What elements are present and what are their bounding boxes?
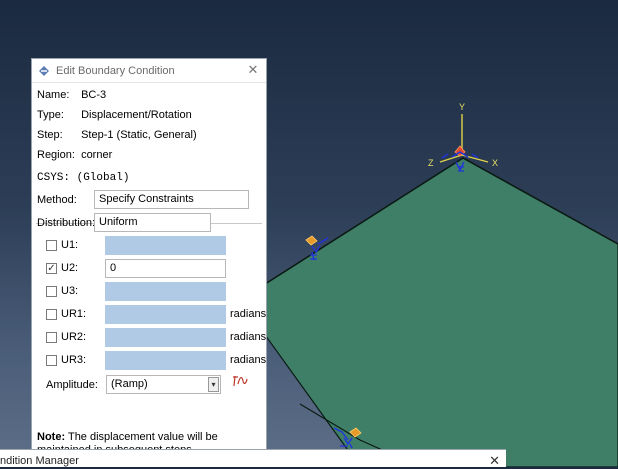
- edit-boundary-condition-dialog: Edit Boundary Condition ✕ Name: BC-3 Typ…: [31, 58, 267, 467]
- chevron-down-icon[interactable]: ▾: [208, 377, 219, 392]
- step-value: Step-1 (Static, General): [81, 129, 197, 141]
- ur2-unit: radians: [230, 331, 267, 343]
- condition-manager-window[interactable]: ndition Manager ✕: [0, 449, 506, 468]
- u1-label: U1:: [61, 239, 79, 251]
- amplitude-curve-icon[interactable]: [232, 374, 248, 388]
- region-row: Region: corner: [37, 149, 112, 161]
- u2-label: U2:: [61, 262, 79, 274]
- axis-x-label: X: [492, 158, 498, 168]
- ur1-unit: radians: [230, 308, 267, 320]
- step-row: Step: Step-1 (Static, General): [37, 129, 197, 141]
- dialog-title-bar[interactable]: Edit Boundary Condition: [32, 59, 266, 83]
- ur2-field[interactable]: [105, 328, 226, 347]
- ur3-label: UR3:: [61, 354, 87, 366]
- ur3-unit: radians: [230, 354, 267, 366]
- distribution-label: Distribution:: [37, 217, 96, 229]
- close-icon[interactable]: ✕: [246, 63, 260, 77]
- u1-field[interactable]: [105, 236, 226, 255]
- amplitude-value: (Ramp): [111, 378, 148, 390]
- u1-checkbox[interactable]: [46, 240, 57, 251]
- region-value: corner: [81, 149, 113, 161]
- ur1-field[interactable]: [105, 305, 226, 324]
- name-value: BC-3: [81, 89, 107, 101]
- amplitude-label: Amplitude:: [46, 379, 98, 391]
- region-label: Region:: [37, 149, 75, 161]
- name-label: Name:: [37, 89, 70, 101]
- method-label: Method:: [37, 194, 77, 206]
- axis-y-label: Y: [459, 102, 465, 112]
- abaqus-app-icon: [39, 65, 49, 76]
- dialog-title: Edit Boundary Condition: [56, 64, 175, 77]
- u2-checkbox[interactable]: ✓: [46, 263, 57, 274]
- ur2-label: UR2:: [61, 331, 87, 343]
- distribution-field[interactable]: Uniform: [94, 213, 211, 232]
- method-field[interactable]: Specify Constraints: [94, 190, 249, 209]
- u3-checkbox[interactable]: [46, 286, 57, 297]
- u2-field[interactable]: 0: [105, 259, 226, 278]
- type-row: Type: Displacement/Rotation: [37, 109, 192, 121]
- ur3-field[interactable]: [105, 351, 226, 370]
- step-label: Step:: [37, 129, 63, 141]
- manager-title: ndition Manager: [0, 455, 79, 467]
- axis-z-label: Z: [428, 158, 434, 168]
- ur1-label: UR1:: [61, 308, 87, 320]
- u3-field[interactable]: [105, 282, 226, 301]
- type-label: Type:: [37, 109, 64, 121]
- plate-surface: [239, 157, 618, 467]
- ur1-checkbox[interactable]: [46, 309, 57, 320]
- u3-label: U3:: [61, 285, 79, 297]
- amplitude-select[interactable]: (Ramp) ▾: [106, 375, 221, 394]
- ur3-checkbox[interactable]: [46, 355, 57, 366]
- ur2-checkbox[interactable]: [46, 332, 57, 343]
- name-row: Name: BC-3: [37, 89, 106, 101]
- type-value: Displacement/Rotation: [81, 109, 192, 121]
- csys-label: CSYS: (Global): [37, 172, 130, 184]
- note-label: Note:: [37, 431, 66, 443]
